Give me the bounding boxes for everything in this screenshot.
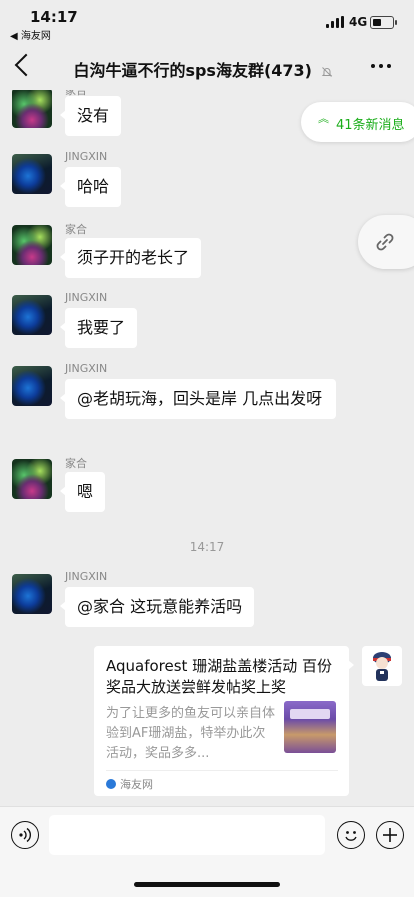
card-divider [106, 770, 338, 771]
message-input[interactable] [49, 815, 325, 855]
voice-icon[interactable] [11, 821, 39, 849]
card-description: 为了让更多的鱼友可以亲自体验到AF珊湖盐，特举办此次活动，奖品多多... [106, 706, 276, 761]
avatar[interactable] [12, 574, 52, 614]
emoji-icon[interactable] [337, 821, 365, 849]
message-bubble[interactable]: 没有 [59, 96, 122, 136]
chat-title: 白沟牛逼不行的sps海友群(473) [58, 57, 348, 81]
new-messages-label: 41条新消息 [336, 118, 405, 133]
message-bubble[interactable]: 须子开的老长了 [59, 238, 202, 278]
double-chevron-up-icon: ︽ [318, 112, 329, 125]
sender-name: 家合 [65, 457, 87, 470]
link-icon [376, 233, 394, 251]
card-title: Aquaforest 珊湖盐盖楼活动 百份奖品大放送尝鲜发帖奖上奖 [106, 657, 332, 696]
floating-link-button[interactable] [358, 215, 414, 269]
network-type: 4G [349, 15, 368, 29]
message-bubble[interactable]: @老胡玩海，回头是岸 几点出发呀 [60, 379, 336, 419]
home-indicator[interactable] [134, 882, 280, 887]
avatar[interactable] [12, 90, 52, 128]
avatar[interactable] [12, 225, 52, 265]
sender-name: JINGXIN [65, 362, 108, 375]
sender-name: 家合 [65, 223, 87, 236]
back-to-app-link[interactable]: ◀ 海友网 [10, 27, 51, 42]
sender-name: JINGXIN [65, 570, 108, 583]
more-dots-icon[interactable] [371, 64, 391, 70]
card-thumbnail [284, 701, 336, 753]
message-bubble[interactable]: 哈哈 [59, 167, 122, 207]
card-source-label: 海友网 [120, 778, 153, 791]
sender-name: JINGXIN [65, 150, 108, 163]
signal-icon [326, 16, 344, 28]
cartoon-avatar-icon [373, 652, 391, 681]
shared-link-card[interactable]: Aquaforest 珊湖盐盖楼活动 百份奖品大放送尝鲜发帖奖上奖 为了让更多的… [94, 646, 354, 796]
avatar[interactable] [12, 154, 52, 194]
source-logo-icon [106, 779, 116, 789]
status-time: 14:17 [30, 8, 78, 26]
message-timestamp: 14:17 [189, 540, 225, 554]
message-bubble[interactable]: @家合 这玩意能养活吗 [59, 587, 255, 627]
plus-icon[interactable] [376, 821, 404, 849]
bell-muted-icon [321, 66, 332, 77]
message-bubble[interactable]: 我要了 [59, 308, 138, 348]
my-avatar[interactable] [362, 646, 402, 686]
avatar[interactable] [12, 295, 52, 335]
chat-title-text: 白沟牛逼不行的sps海友群(473) [73, 61, 312, 80]
message-bubble[interactable]: 嗯 [59, 472, 106, 512]
back-arrow-icon[interactable] [14, 53, 38, 77]
avatar[interactable] [12, 459, 52, 499]
new-messages-button[interactable]: ︽ 41条新消息 [301, 102, 414, 142]
sender-name: JINGXIN [65, 291, 108, 304]
status-bar: 14:17 ◀ 海友网 4G [0, 0, 414, 44]
input-bar [0, 806, 414, 897]
battery-icon [370, 16, 397, 29]
card-source: 海友网 [106, 776, 153, 792]
chat-header: 白沟牛逼不行的sps海友群(473) [0, 44, 414, 90]
avatar[interactable] [12, 366, 52, 406]
